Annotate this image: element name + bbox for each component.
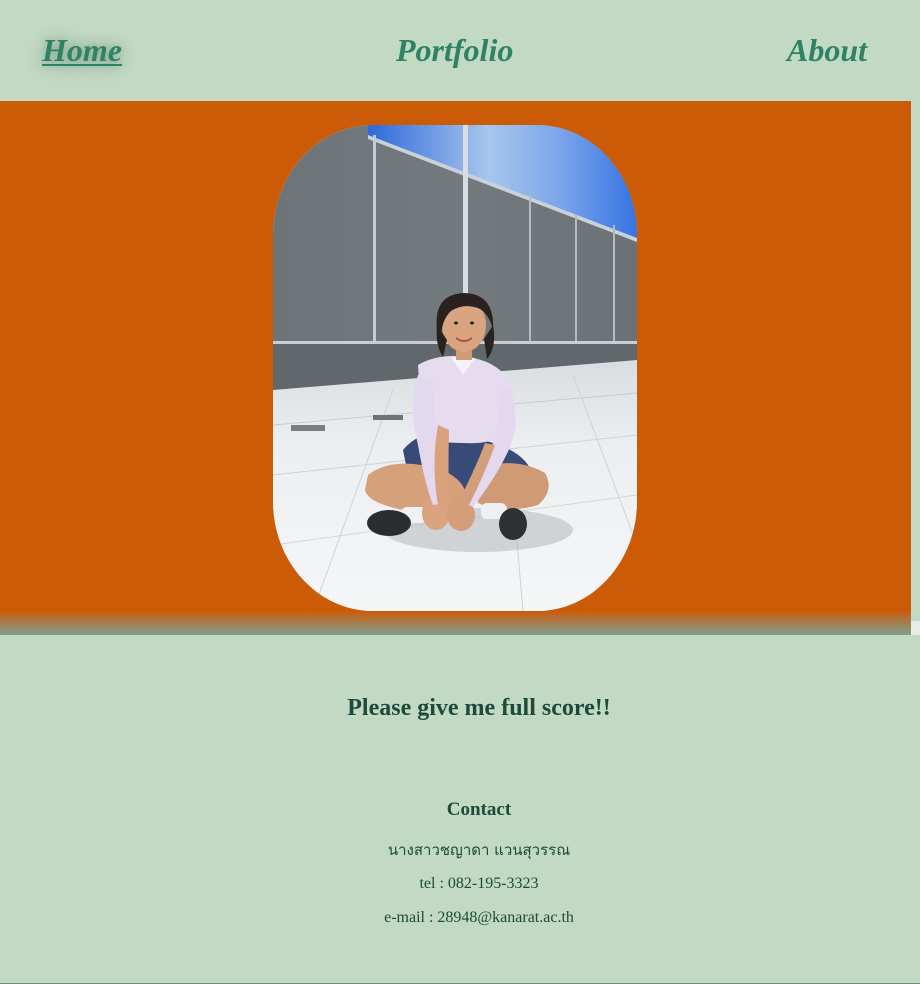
hero-right-strip: [911, 101, 920, 635]
nav-home-link[interactable]: Home: [42, 30, 122, 70]
nav-about-link[interactable]: About: [787, 30, 867, 70]
content-section: Please give me full score!! Contact นางส…: [0, 635, 920, 983]
top-navigation: Home Portfolio About: [0, 0, 911, 101]
nav-portfolio-link[interactable]: Portfolio: [396, 30, 513, 70]
right-edge-strip: [911, 0, 920, 101]
page: Home Portfolio About Please give me full…: [0, 0, 920, 984]
portrait-illustration: [273, 125, 637, 611]
contact-name: นางสาวชญาดา แวนสุวรรณ: [387, 841, 571, 859]
portrait-photo: [273, 125, 637, 611]
tagline-heading: Please give me full score!!: [347, 695, 611, 721]
contact-email: e-mail : 28948@kanarat.ac.th: [384, 909, 574, 926]
contact-phone: tel : 082-195-3323: [419, 875, 539, 892]
contact-heading: Contact: [446, 799, 512, 820]
